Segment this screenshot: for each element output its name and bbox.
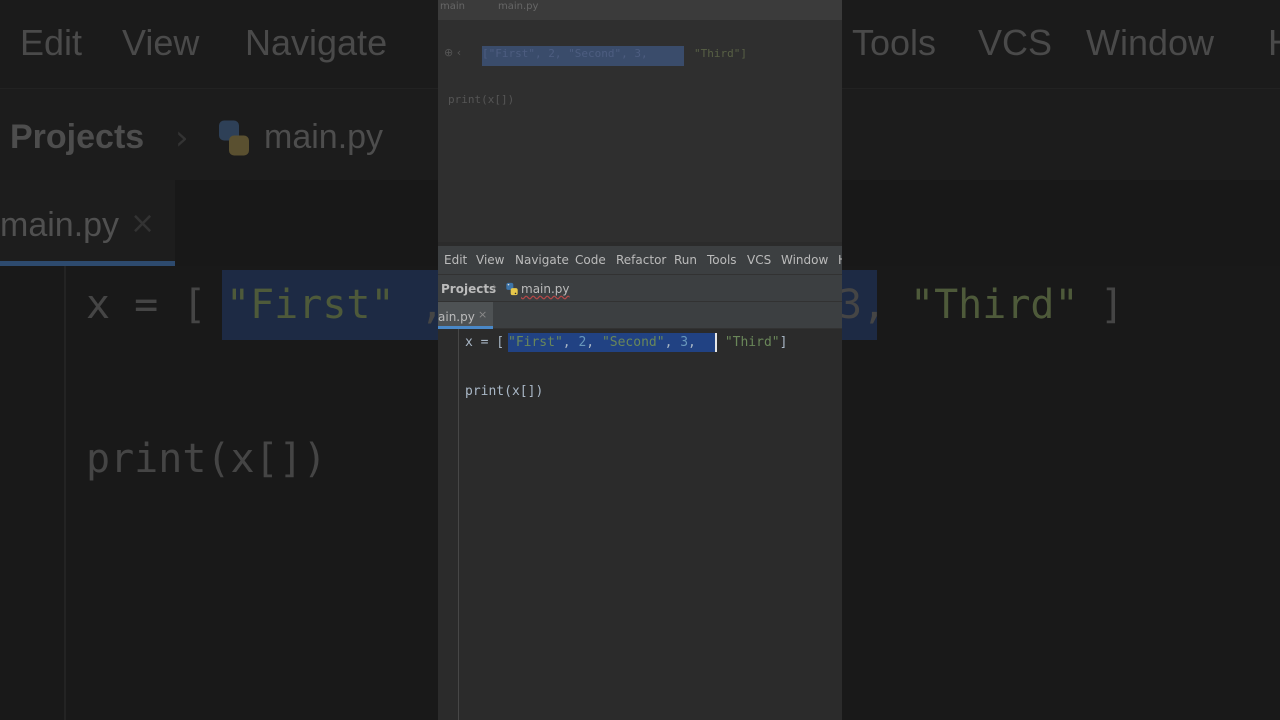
breadcrumb-file[interactable]: main.py [521, 282, 570, 296]
bg-python-file-icon [219, 120, 249, 156]
tab-main-py[interactable]: ain.py × [438, 302, 493, 329]
code-line1-prefix: x = [ [465, 335, 505, 350]
code-token: "Second" [601, 335, 665, 350]
code-token: 3 [680, 335, 689, 350]
bg-menu-vcs: VCS [978, 22, 1053, 63]
bg-menu-navigate: Navigate [245, 22, 388, 63]
menu-tools[interactable]: Tools [707, 253, 737, 267]
code-line1-selected: "First", 2, "Second", 3, [508, 335, 696, 350]
bg-breadcrumb-file: main.py [264, 118, 384, 156]
bg-code-prefix: x = [ [86, 282, 207, 328]
code-editor[interactable]: x = [ "First", 2, "Second", 3, "Third"] … [438, 329, 842, 720]
prev-code-rest: "Third"] [694, 47, 747, 60]
breadcrumb: Projects › main.py [438, 274, 842, 302]
menu-edit[interactable]: Edit [444, 253, 467, 267]
code-line1-suffix: "Third"] [717, 335, 788, 350]
bg-code-print: print(x[]) [86, 436, 327, 482]
video-strip: main main.py ⊕ ‹ ["First", 2, "Second", … [438, 0, 842, 720]
bg-code-end: ] [1100, 282, 1125, 328]
python-file-icon [506, 282, 518, 296]
prev-top-label: main [440, 1, 465, 12]
code-token: , [664, 335, 681, 350]
prev-gutter-icon: ⊕ ‹ [444, 46, 462, 59]
menu-help[interactable]: H [838, 253, 842, 267]
menu-bar: Edit View Navigate Code Refactor Run Too… [438, 246, 842, 274]
bg-code-str1: "First" [226, 282, 395, 328]
bg-menu-help: H [1268, 22, 1280, 64]
bg-menu-window: Window [1086, 22, 1215, 63]
code-token: "Third" [724, 335, 780, 350]
bg-menu-view: View [122, 22, 200, 63]
close-icon[interactable]: × [478, 308, 487, 321]
bg-breadcrumb-project: Projects [10, 118, 145, 156]
code-token: , [562, 335, 579, 350]
menu-refactor[interactable]: Refactor [616, 253, 666, 267]
ide-window: Edit View Navigate Code Refactor Run Too… [438, 246, 842, 720]
menu-run[interactable]: Run [674, 253, 697, 267]
menu-view[interactable]: View [476, 253, 504, 267]
bg-code-num: 3, [838, 282, 887, 328]
menu-vcs[interactable]: VCS [747, 253, 771, 267]
editor-tabbar: ain.py × [438, 302, 842, 329]
code-token: , [586, 335, 602, 350]
prev-code-selected: ["First", 2, "Second", 3, [482, 47, 648, 60]
prev-code-print: print(x[]) [448, 93, 515, 106]
code-token: "First" [508, 335, 563, 350]
bg-chevron-right-icon: › [175, 118, 189, 158]
bg-close-icon: × [130, 206, 156, 241]
gutter-divider [458, 329, 459, 720]
bg-menu-edit: Edit [20, 22, 83, 63]
code-token: ] [779, 335, 788, 350]
prev-file-label: main.py [498, 1, 539, 12]
previous-frame: main main.py ⊕ ‹ ["First", 2, "Second", … [438, 0, 842, 242]
menu-code[interactable]: Code [575, 253, 606, 267]
bg-tab-label: main.py [0, 206, 120, 244]
breadcrumb-project[interactable]: Projects [441, 282, 496, 296]
menu-window[interactable]: Window [781, 253, 828, 267]
menu-navigate[interactable]: Navigate [515, 253, 569, 267]
bg-menu-tools: Tools [852, 22, 937, 63]
tab-label: ain.py [438, 310, 475, 324]
chevron-right-icon: › [492, 280, 498, 295]
bg-gutter-line [64, 266, 66, 720]
bg-code-str3: "Third" [910, 282, 1079, 328]
code-line2: print(x[]) [465, 384, 544, 399]
code-token: , [688, 335, 696, 350]
